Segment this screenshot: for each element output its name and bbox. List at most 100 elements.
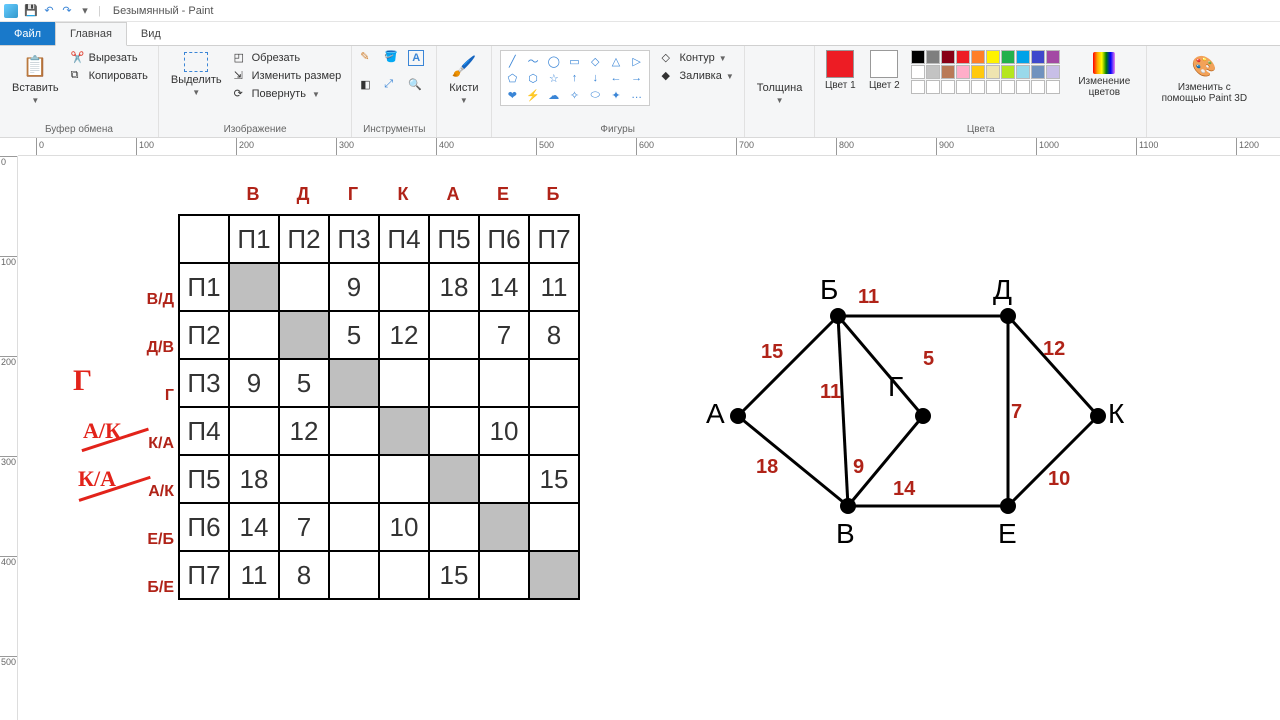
ruler-tick: 0 — [0, 156, 17, 167]
palette-swatch[interactable] — [941, 80, 955, 94]
canvas[interactable]: ВДГКАЕБ В/ДД/ВГК/АА/КЕ/ББ/Е Г А/К К/А П1… — [18, 156, 1280, 720]
color2-label: Цвет 2 — [867, 80, 901, 91]
table-cell: П2 — [179, 311, 229, 359]
copy-label: Копировать — [89, 70, 148, 82]
table-cell — [479, 359, 529, 407]
palette-swatch[interactable] — [986, 80, 1000, 94]
ruler-tick: 1200 — [1236, 138, 1259, 155]
outline-button[interactable]: ◇Контур▼ — [660, 50, 736, 66]
palette-swatch[interactable] — [986, 65, 1000, 79]
node-b: Б — [820, 274, 838, 306]
undo-icon[interactable]: ↶ — [42, 4, 56, 18]
palette-swatch[interactable] — [1016, 50, 1030, 64]
palette-swatch[interactable] — [926, 80, 940, 94]
hand-note-g: Г — [73, 364, 92, 398]
palette-swatch[interactable] — [926, 65, 940, 79]
palette-swatch[interactable] — [956, 80, 970, 94]
palette-swatch[interactable] — [941, 50, 955, 64]
picker-tool[interactable]: ⤢ — [384, 78, 404, 91]
resize-button[interactable]: ⇲Изменить размер — [232, 68, 344, 84]
col-letter: А — [428, 184, 478, 205]
col-letter: Г — [328, 184, 378, 205]
tab-file[interactable]: Файл — [0, 22, 55, 45]
paste-button[interactable]: 📋 Вставить ▼ — [8, 50, 63, 107]
qat-customize-icon[interactable]: ▾ — [78, 4, 92, 18]
palette-swatch[interactable] — [1001, 50, 1015, 64]
fill-button[interactable]: ◆Заливка▼ — [660, 68, 736, 84]
palette-swatch[interactable] — [971, 50, 985, 64]
fill-label: Заливка — [680, 70, 722, 82]
ruler-tick: 200 — [0, 356, 17, 367]
table-cell — [329, 503, 379, 551]
column-letters: ВДГКАЕБ — [228, 184, 578, 205]
table-cell — [429, 503, 479, 551]
table-cell — [279, 263, 329, 311]
palette-swatch[interactable] — [911, 65, 925, 79]
rotate-button[interactable]: ⟳Повернуть▼ — [232, 86, 344, 102]
palette-swatch[interactable] — [941, 65, 955, 79]
copy-button[interactable]: ⧉Копировать — [69, 68, 150, 84]
tab-home[interactable]: Главная — [55, 22, 127, 46]
palette-swatch[interactable] — [1001, 80, 1015, 94]
row-label: В/Д — [118, 276, 174, 324]
bucket-tool[interactable]: 🪣 — [384, 50, 404, 63]
save-icon[interactable]: 💾 — [24, 4, 38, 18]
palette-swatch[interactable] — [956, 50, 970, 64]
palette-swatch[interactable] — [1016, 65, 1030, 79]
palette-swatch[interactable] — [971, 80, 985, 94]
workspace: 0100200300400500 ВДГКАЕБ В/ДД/ВГК/АА/КЕ/… — [0, 156, 1280, 720]
color2-button[interactable]: Цвет 2 — [867, 50, 901, 91]
select-icon — [184, 52, 208, 72]
eraser-tool[interactable]: ◧ — [360, 78, 380, 91]
quick-access-toolbar: 💾 ↶ ↷ ▾ — [24, 4, 92, 18]
palette-swatch[interactable] — [1046, 80, 1060, 94]
thickness-button[interactable]: Толщина ▼ — [753, 50, 807, 107]
palette-swatch[interactable] — [1001, 65, 1015, 79]
table-cell: 5 — [279, 359, 329, 407]
palette-swatch[interactable] — [1031, 65, 1045, 79]
text-tool[interactable]: A — [408, 50, 424, 66]
palette-swatch[interactable] — [1031, 80, 1045, 94]
table-cell — [329, 551, 379, 599]
zoom-tool[interactable]: 🔍 — [408, 78, 428, 91]
paint3d-button[interactable]: 🎨 Изменить с помощью Paint 3D — [1155, 50, 1253, 106]
table-cell: 8 — [279, 551, 329, 599]
edit-colors-button[interactable]: Изменение цветов — [1070, 50, 1138, 100]
adjacency-table: П1П2П3П4П5П6П7П19181411П251278П395П41210… — [178, 214, 580, 600]
ruler-tick: 100 — [0, 256, 17, 267]
cut-button[interactable]: ✂️Вырезать — [69, 50, 150, 66]
redo-icon[interactable]: ↷ — [60, 4, 74, 18]
table-cell: 11 — [529, 263, 579, 311]
table-cell — [529, 551, 579, 599]
palette-swatch[interactable] — [1031, 50, 1045, 64]
palette-swatch[interactable] — [911, 50, 925, 64]
palette-swatch[interactable] — [1046, 50, 1060, 64]
table-cell — [279, 311, 329, 359]
shapes-gallery[interactable]: ╱〜◯▭◇△▷ ⬠⬡☆↑↓←→ ❤⚡☁✧⬭✦… — [500, 50, 650, 106]
brushes-button[interactable]: 🖌️ Кисти ▼ — [445, 50, 482, 107]
color1-button[interactable]: Цвет 1 — [823, 50, 857, 91]
palette-swatch[interactable] — [911, 80, 925, 94]
palette-swatch[interactable] — [926, 50, 940, 64]
table-cell: П1 — [179, 263, 229, 311]
crop-button[interactable]: ◰Обрезать — [232, 50, 344, 66]
table-cell: 7 — [479, 311, 529, 359]
table-cell: 10 — [379, 503, 429, 551]
palette-swatch[interactable] — [971, 65, 985, 79]
edge-dg: 7 — [1011, 401, 1022, 424]
tab-view[interactable]: Вид — [127, 22, 175, 45]
palette-swatch[interactable] — [956, 65, 970, 79]
rotate-label: Повернуть — [252, 88, 306, 100]
palette-swatch[interactable] — [986, 50, 1000, 64]
col-letter: К — [378, 184, 428, 205]
table-cell: 15 — [529, 455, 579, 503]
group-clipboard: 📋 Вставить ▼ ✂️Вырезать ⧉Копировать Буфе… — [0, 46, 159, 137]
select-button[interactable]: Выделить ▼ — [167, 50, 226, 99]
ruler-tick: 400 — [436, 138, 454, 155]
thickness-label: Толщина — [757, 82, 803, 94]
palette-swatch[interactable] — [1016, 80, 1030, 94]
table-cell — [379, 263, 429, 311]
pencil-tool[interactable]: ✎ — [360, 50, 380, 63]
color-palette[interactable] — [911, 50, 1060, 94]
palette-swatch[interactable] — [1046, 65, 1060, 79]
